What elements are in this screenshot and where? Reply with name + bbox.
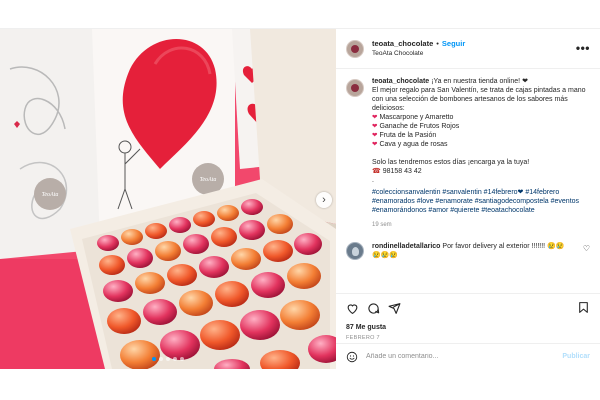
carousel-dot <box>180 357 184 361</box>
comment-username[interactable]: rondinelladetallarico <box>372 243 440 250</box>
header-separator: • <box>436 38 439 48</box>
header-username[interactable]: teoata_chocolate <box>372 39 433 48</box>
carousel-dot <box>159 357 163 361</box>
comments-section: teoata_chocolate ¡Ya en nuestra tienda o… <box>336 69 600 293</box>
post-actions: 87 Me gusta FEBRERO 7 Publicar <box>336 293 600 369</box>
caption: teoata_chocolate ¡Ya en nuestra tienda o… <box>346 77 590 230</box>
publish-button[interactable]: Publicar <box>562 353 590 360</box>
carousel-dot <box>173 357 177 361</box>
flavor-item: Mascarpone y Amaretto <box>372 113 590 122</box>
like-comment-icon[interactable]: ♡ <box>583 244 590 253</box>
emoji-icon[interactable] <box>346 351 358 363</box>
avatar[interactable] <box>346 39 364 58</box>
caption-line: ¡Ya en nuestra tienda online! ❤ <box>431 78 528 85</box>
save-icon[interactable] <box>577 301 590 314</box>
avatar[interactable] <box>346 79 364 97</box>
flavor-item: Cava y agua de rosas <box>372 140 590 149</box>
post-header: teoata_chocolate • Seguir TeoAta Chocolate… <box>336 29 600 69</box>
carousel-dots <box>0 357 336 361</box>
likes-count[interactable]: 87 Me gusta <box>346 324 590 331</box>
caption-dot: . <box>372 177 374 184</box>
post-side-panel: teoata_chocolate • Seguir TeoAta Chocolate… <box>336 29 600 369</box>
caption-closing: Solo las tendremos estos días ¡encarga y… <box>372 159 530 166</box>
follow-button[interactable]: Seguir <box>442 39 465 48</box>
more-options-icon[interactable]: ••• <box>576 42 590 54</box>
caption-time[interactable]: 19 sem <box>372 221 590 230</box>
comment-icon[interactable] <box>367 302 380 315</box>
caption-line: El mejor regalo para San Valentín, se tr… <box>372 87 588 112</box>
svg-text:TeoAta: TeoAta <box>42 192 59 198</box>
like-icon[interactable] <box>346 302 359 315</box>
svg-text:TeoAta: TeoAta <box>200 177 217 183</box>
flavor-item: Ganache de Frutos Rojos <box>372 122 590 131</box>
post-date: FEBRERO 7 <box>346 335 380 341</box>
caption-hashtags[interactable]: #coleccionsanvalentin #sanvalentin #14fe… <box>372 188 590 215</box>
comment-input[interactable] <box>366 353 563 360</box>
flavor-item: Fruta de la Pasión <box>372 131 590 140</box>
caption-username[interactable]: teoata_chocolate <box>372 78 429 85</box>
carousel-dot <box>152 357 156 361</box>
comment-item: rondinelladetallarico Por favor delivery… <box>346 242 590 260</box>
avatar[interactable] <box>346 242 364 260</box>
add-comment-bar: Publicar <box>336 343 600 369</box>
carousel-next-icon[interactable]: › <box>316 192 332 208</box>
caption-phone: 98158 43 42 <box>372 167 590 176</box>
instagram-post: TeoAta TeoAta › teoata_chocolate • Segui… <box>0 28 600 369</box>
header-subtitle: TeoAta Chocolate <box>372 49 424 57</box>
post-image[interactable]: TeoAta TeoAta › <box>0 29 336 369</box>
share-icon[interactable] <box>388 302 401 315</box>
carousel-dot <box>166 357 170 361</box>
chocolate-box-photo: TeoAta TeoAta <box>0 29 336 369</box>
